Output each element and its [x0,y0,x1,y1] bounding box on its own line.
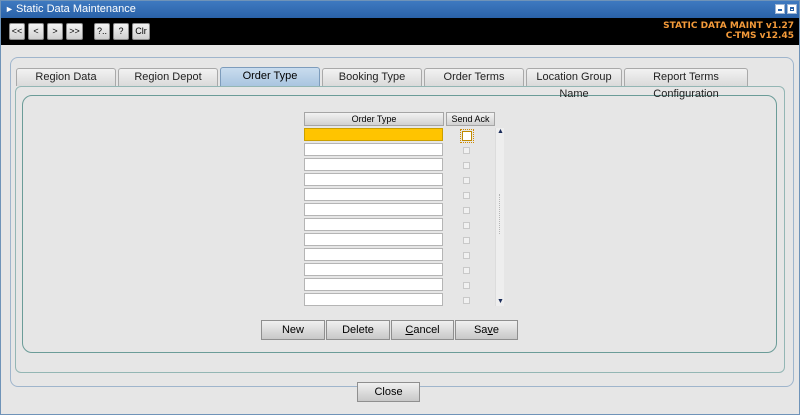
module-version: STATIC DATA MAINT v1.27 [663,21,794,31]
minimize-button[interactable] [775,4,785,14]
order-type-field[interactable] [304,203,443,216]
order-type-field[interactable] [304,188,443,201]
send-ack-checkbox[interactable] [463,147,470,154]
tab-location-group-name[interactable]: Location Group Name [526,68,622,100]
order-type-field[interactable] [304,293,443,306]
send-ack-checkbox[interactable] [463,222,470,229]
tab-order-type[interactable]: Order Type [220,67,320,86]
static-data-window: ► Static Data Maintenance << < > >> ?.. … [0,0,800,415]
order-type-field[interactable] [304,248,443,261]
send-ack-checkbox[interactable] [463,252,470,259]
order-type-field[interactable] [304,128,443,141]
order-type-field[interactable] [304,173,443,186]
app-arrow-icon: ► [5,4,14,14]
clear-button[interactable]: Clr [132,23,150,40]
send-ack-checkbox[interactable] [463,177,470,184]
send-ack-checkbox[interactable] [463,207,470,214]
send-ack-checkbox[interactable] [463,267,470,274]
order-type-field[interactable] [304,278,443,291]
grid-scrollbar[interactable]: ▲ ▼ [495,128,504,306]
toolbar: << < > >> ?.. ? Clr STATIC DATA MAINT v1… [1,18,799,45]
first-record-button[interactable]: << [9,23,25,40]
tab-order-terms[interactable]: Order Terms [424,68,524,86]
tab-region-data[interactable]: Region Data [16,68,116,86]
tab-report-terms-configuration[interactable]: Report Terms Configuration [624,68,748,100]
save-button[interactable]: Save [455,320,518,340]
send-ack-checkbox[interactable] [463,192,470,199]
order-type-field[interactable] [304,158,443,171]
send-ack-checkbox[interactable] [463,297,470,304]
order-type-field[interactable] [304,263,443,276]
order-type-field[interactable] [304,233,443,246]
delete-button[interactable]: Delete [326,320,390,340]
scroll-down-arrow-icon[interactable]: ▼ [496,298,505,306]
version-info: STATIC DATA MAINT v1.27 C-TMS v12.45 [663,21,794,41]
maximize-button[interactable] [787,4,797,14]
tab-region-depot[interactable]: Region Depot [118,68,218,86]
scroll-thumb-grip[interactable] [499,194,502,234]
order-type-column-header: Order Type [304,112,444,126]
send-ack-checkbox[interactable] [463,237,470,244]
send-ack-column-header: Send Ack [446,112,495,126]
send-ack-checkbox[interactable] [463,162,470,169]
window-title: Static Data Maintenance [16,3,136,15]
next-record-button[interactable]: > [47,23,63,40]
last-record-button[interactable]: >> [66,23,83,40]
save-label-rest: e [492,324,500,336]
system-version: C-TMS v12.45 [725,31,794,41]
help-button[interactable]: ? [113,23,129,40]
send-ack-checkbox[interactable] [463,282,470,289]
save-label-prefix: Sa [473,324,488,336]
send-ack-checkbox[interactable] [462,131,472,141]
title-bar: ► Static Data Maintenance [1,1,799,18]
cancel-label-rest: ancel [413,324,440,336]
new-button[interactable]: New [261,320,325,340]
close-button[interactable]: Close [357,382,420,402]
order-type-field[interactable] [304,218,443,231]
previous-record-button[interactable]: < [28,23,44,40]
cancel-button[interactable]: Cancel [391,320,454,340]
tab-booking-type[interactable]: Booking Type [322,68,422,86]
scroll-up-arrow-icon[interactable]: ▲ [496,128,505,136]
list-values-button[interactable]: ?.. [94,23,110,40]
order-type-field[interactable] [304,143,443,156]
